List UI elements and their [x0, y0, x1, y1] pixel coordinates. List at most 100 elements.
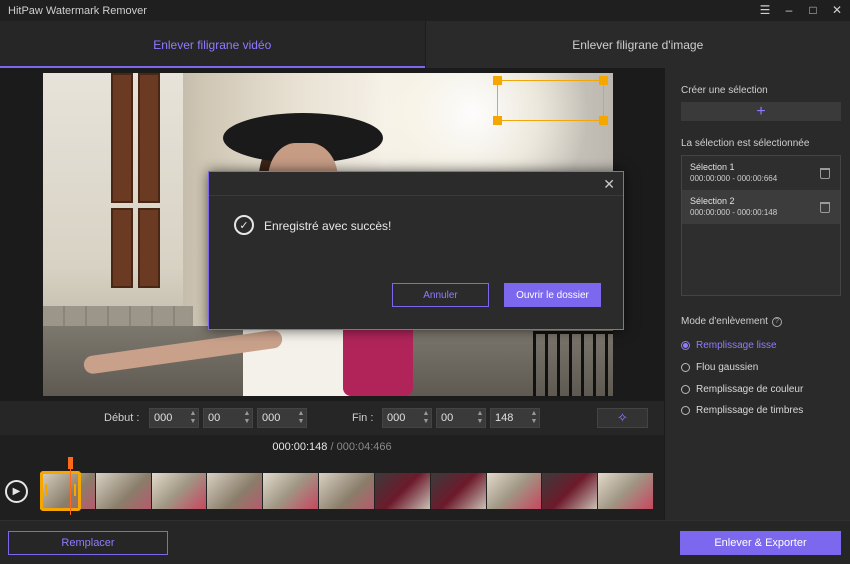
- replace-button[interactable]: Remplacer: [8, 531, 168, 555]
- stepper-arrows-icon[interactable]: ▲ ▼: [475, 410, 485, 426]
- stepper-arrows-icon[interactable]: ▲ ▼: [529, 410, 539, 426]
- selection-range: 000:00:000 - 000:00:148: [690, 208, 778, 217]
- watermark-selection-box[interactable]: [493, 76, 608, 125]
- plus-icon: +: [756, 102, 766, 120]
- selection-range: 000:00:000 - 000:00:664: [690, 174, 778, 183]
- bag: [343, 323, 413, 396]
- time-range-bar: Début : 000 ▲ ▼ 00 ▲ ▼ 000 ▲ ▼ Fin : 000 ▲ ▼ 00 ▲…: [0, 401, 664, 435]
- mode-color-fill[interactable]: Remplissage de couleur: [681, 384, 803, 395]
- value: 000: [387, 412, 406, 424]
- value: 000: [262, 412, 281, 424]
- timecode: 000:00:148 / 000:04:466: [0, 441, 664, 453]
- help-icon[interactable]: ?: [771, 316, 782, 327]
- removal-mode-label: Mode d'enlèvement: [681, 316, 768, 327]
- end-ms-stepper[interactable]: 148 ▲ ▼: [490, 408, 540, 428]
- start-seconds-stepper[interactable]: 00 ▲ ▼: [203, 408, 253, 428]
- dialog-divider: [209, 195, 623, 196]
- shutter: [111, 73, 133, 203]
- mode-smooth-fill[interactable]: Remplissage lisse: [681, 340, 777, 351]
- maximize-icon[interactable]: □: [806, 2, 820, 18]
- sidebar: Créer une sélection + La sélection est s…: [664, 68, 850, 520]
- radio-icon: [681, 363, 690, 372]
- start-label: Début :: [104, 412, 140, 424]
- railing: [533, 331, 613, 396]
- timeline: 000:00:148 / 000:04:466 ▶: [0, 435, 664, 520]
- tab-video-watermark[interactable]: Enlever filigrane vidéo: [0, 21, 425, 68]
- thumbnail: [95, 473, 152, 509]
- value: 00: [208, 412, 221, 424]
- cancel-button[interactable]: Annuler: [392, 283, 489, 307]
- removal-mode-heading: Mode d'enlèvement ?: [681, 316, 782, 327]
- radio-checked-icon: [681, 341, 690, 350]
- bottom-bar: Remplacer Enlever & Exporter: [0, 520, 850, 564]
- close-icon[interactable]: ✕: [603, 176, 615, 193]
- window-controls: ☰ – □ ✕: [758, 2, 844, 18]
- create-selection-label: Créer une sélection: [681, 85, 768, 96]
- mode-label: Remplissage lisse: [696, 340, 777, 351]
- thumbnail: [263, 473, 320, 509]
- mode-label: Remplissage de timbres: [696, 405, 804, 416]
- thumbnail: [486, 473, 543, 509]
- auto-detect-button[interactable]: ✧: [597, 408, 648, 428]
- playhead-line: [70, 465, 71, 515]
- radio-icon: [681, 385, 690, 394]
- play-icon: ▶: [12, 486, 21, 497]
- trim-handle[interactable]: [40, 471, 81, 511]
- play-button[interactable]: ▶: [5, 480, 28, 503]
- mode-label: Remplissage de couleur: [696, 384, 804, 395]
- magic-wand-icon: ✧: [617, 410, 628, 425]
- trash-icon[interactable]: [820, 202, 830, 213]
- success-message: Enregistré avec succès!: [264, 219, 392, 233]
- start-hours-stepper[interactable]: 000 ▲ ▼: [149, 408, 199, 428]
- selection-name: Sélection 1: [690, 162, 735, 172]
- thumbnail: [598, 473, 654, 509]
- end-hours-stepper[interactable]: 000 ▲ ▼: [382, 408, 432, 428]
- mode-gaussian-blur[interactable]: Flou gaussien: [681, 362, 758, 373]
- minimize-icon[interactable]: –: [782, 2, 796, 18]
- resize-handle-bottom-right[interactable]: [599, 116, 608, 125]
- check-circle-icon: ✓: [234, 215, 254, 235]
- total-time: 000:04:466: [336, 441, 392, 453]
- value: 000: [154, 412, 173, 424]
- thumbnail: [430, 473, 487, 509]
- thumbnail: [319, 473, 375, 509]
- radio-icon: [681, 406, 690, 415]
- mode-stamp-fill[interactable]: Remplissage de timbres: [681, 405, 803, 416]
- shutter: [138, 208, 160, 288]
- export-button[interactable]: Enlever & Exporter: [680, 531, 841, 555]
- stepper-arrows-icon[interactable]: ▲ ▼: [188, 410, 198, 426]
- end-seconds-stepper[interactable]: 00 ▲ ▼: [436, 408, 486, 428]
- add-selection-button[interactable]: +: [681, 102, 841, 121]
- selection-name: Sélection 2: [690, 196, 735, 206]
- current-time: 000:00:148: [272, 441, 328, 453]
- title-bar: HitPaw Watermark Remover ☰ – □ ✕: [0, 0, 850, 21]
- thumbnail: [374, 473, 431, 509]
- shutter: [111, 208, 133, 288]
- shutter: [138, 73, 160, 203]
- app-title: HitPaw Watermark Remover: [8, 4, 147, 17]
- thumbnail: [151, 473, 208, 509]
- menu-icon[interactable]: ☰: [758, 2, 772, 18]
- selection-list: Sélection 1 000:00:000 - 000:00:664 Séle…: [681, 155, 841, 296]
- stepper-arrows-icon[interactable]: ▲ ▼: [296, 410, 306, 426]
- time-separator: /: [327, 441, 337, 453]
- resize-handle-bottom-left[interactable]: [493, 116, 502, 125]
- success-dialog: ✕ ✓ Enregistré avec succès! Annuler Ouvr…: [208, 171, 624, 330]
- selection-item[interactable]: Sélection 2 000:00:000 - 000:00:148: [682, 190, 840, 224]
- resize-handle-top-right[interactable]: [599, 76, 608, 85]
- mode-label: Flou gaussien: [696, 362, 759, 373]
- open-folder-button[interactable]: Ouvrir le dossier: [504, 283, 601, 307]
- mode-tabs: Enlever filigrane vidéo Enlever filigran…: [0, 21, 850, 68]
- selected-label: La sélection est sélectionnée: [681, 138, 810, 149]
- stepper-arrows-icon[interactable]: ▲ ▼: [242, 410, 252, 426]
- close-icon[interactable]: ✕: [830, 2, 844, 18]
- start-ms-stepper[interactable]: 000 ▲ ▼: [257, 408, 307, 428]
- tab-image-watermark[interactable]: Enlever filigrane d'image: [424, 21, 850, 68]
- trash-icon[interactable]: [820, 168, 830, 179]
- filmstrip[interactable]: [40, 473, 654, 509]
- resize-handle-top-left[interactable]: [493, 76, 502, 85]
- stepper-arrows-icon[interactable]: ▲ ▼: [421, 410, 431, 426]
- value: 00: [441, 412, 454, 424]
- thumbnail: [207, 473, 264, 509]
- selection-item[interactable]: Sélection 1 000:00:000 - 000:00:664: [682, 156, 840, 190]
